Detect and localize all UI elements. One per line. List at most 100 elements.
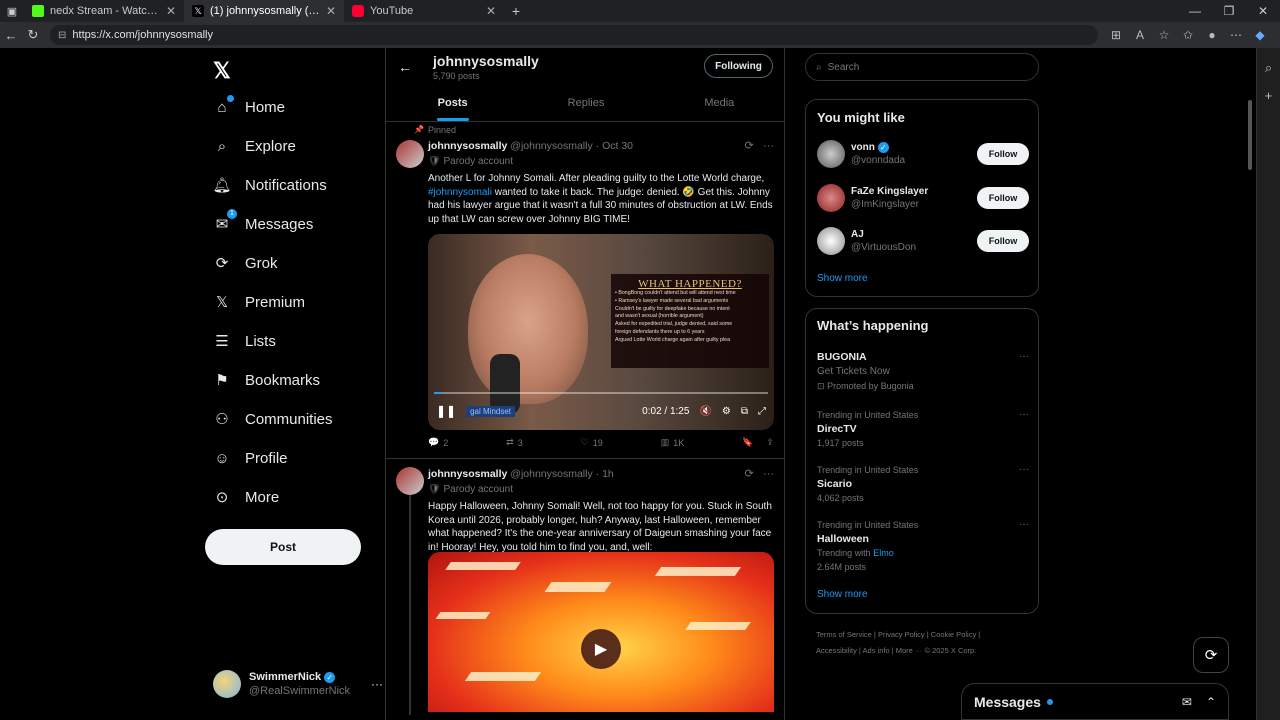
video-player[interactable]: WHAT HAPPENED? • BongBong couldn't atten…	[428, 234, 774, 430]
show-more-link[interactable]: Show more	[817, 589, 868, 600]
avatar[interactable]	[396, 467, 424, 495]
post-time[interactable]: · 1h	[596, 468, 614, 480]
nav-item-notifications[interactable]: 🔔︎ Notifications	[212, 176, 326, 195]
read-aloud-icon[interactable]: A	[1130, 28, 1150, 42]
show-more-link[interactable]: Show more	[817, 273, 868, 284]
tab-posts[interactable]: Posts	[386, 88, 519, 121]
post-time[interactable]: · Oct 30	[596, 140, 633, 152]
grok-icon[interactable]: ⟳	[745, 140, 754, 152]
following-button[interactable]: Following	[704, 54, 773, 78]
url-field[interactable]: ⊟ https://x.com/johnnysosmally	[50, 25, 1098, 45]
search-icon[interactable]: ⌕	[1257, 60, 1280, 76]
nav-item-messages[interactable]: ✉ 1 Messages	[213, 209, 313, 233]
nav-item-grok[interactable]: ⟳ Grok	[213, 254, 278, 273]
browser-tab-youtube[interactable]: YouTube ✕	[344, 0, 504, 22]
suggestion-row[interactable]: FaZe Kingslayer @ImKingslayer Follow	[817, 182, 1029, 214]
more-icon[interactable]: ···	[1019, 463, 1029, 477]
nav-item-lists[interactable]: ☰ Lists	[213, 332, 276, 351]
avatar[interactable]	[817, 227, 845, 255]
more-icon[interactable]: ···	[1019, 350, 1029, 364]
play-icon[interactable]: ▶	[581, 629, 621, 669]
tab-replies[interactable]: Replies	[519, 88, 652, 121]
close-icon[interactable]: ✕	[326, 4, 336, 18]
follow-button[interactable]: Follow	[977, 230, 1029, 252]
nav-item-bookmarks[interactable]: ⚑ Bookmarks	[213, 371, 320, 390]
avatar[interactable]	[396, 140, 424, 168]
browser-tab-kick[interactable]: nedx Stream - Watch Live on Kick ✕	[24, 0, 184, 22]
more-icon[interactable]: ···	[763, 140, 774, 152]
nav-item-more[interactable]: ⊙ More	[213, 488, 279, 507]
tab-actions-icon[interactable]: ▣	[0, 5, 24, 18]
more-icon[interactable]: ···	[1019, 518, 1029, 532]
reply-button[interactable]: 💬 2	[428, 437, 448, 448]
mute-icon[interactable]: 🔇	[699, 406, 711, 417]
x-logo-icon[interactable]: 𝕏	[213, 58, 231, 84]
footer-line[interactable]: Accessibility | Ads info | More ··· © 20…	[816, 643, 1036, 659]
account-switcher[interactable]: SwimmerNick ✓ @RealSwimmerNick ···	[213, 670, 383, 698]
app-icon[interactable]: ⊞	[1106, 28, 1126, 42]
more-icon[interactable]: ···	[763, 468, 774, 480]
grok-icon[interactable]: ⟳	[745, 468, 754, 480]
follow-button[interactable]: Follow	[977, 187, 1029, 209]
trend-promoted[interactable]: BUGONIA Get Tickets Now ⊡ Promoted by Bu…	[817, 350, 1029, 393]
search-input[interactable]: ⌕ Search	[805, 53, 1039, 81]
author-name[interactable]: johnnysosmally	[428, 140, 507, 152]
trend-item[interactable]: Trending in United States Sicario 4,062 …	[817, 463, 1029, 505]
suggestion-row[interactable]: AJ @VirtuousDon Follow	[817, 225, 1029, 257]
more-icon[interactable]: ···	[1019, 408, 1029, 422]
add-icon[interactable]: +	[1257, 88, 1280, 103]
hashtag-link[interactable]: #johnnysomali	[428, 187, 492, 198]
minimize-icon[interactable]: —	[1178, 0, 1212, 22]
post-pinned[interactable]: 📌 Pinned johnnysosmally @johnnysosmally …	[386, 125, 784, 453]
views-button[interactable]: ▥ 1K	[661, 437, 685, 448]
post-button[interactable]: Post	[205, 529, 361, 565]
nav-item-explore[interactable]: ⌕ Explore	[213, 137, 296, 155]
messages-dock[interactable]: Messages ✉ ⌃	[961, 683, 1229, 720]
favorite-star-icon[interactable]: ☆	[1154, 28, 1174, 42]
post[interactable]: johnnysosmally @johnnysosmally · 1h ⟳ ··…	[386, 459, 784, 720]
nav-item-home[interactable]: ⌂ Home	[213, 95, 285, 116]
site-info-icon[interactable]: ⊟	[58, 30, 66, 41]
video-thumbnail[interactable]: ▶	[428, 552, 774, 712]
video-progress-bar[interactable]	[434, 392, 768, 394]
nav-item-communities[interactable]: ⚇ Communities	[213, 410, 332, 429]
nav-item-profile[interactable]: ☺ Profile	[213, 449, 287, 467]
refresh-icon[interactable]: ↻	[22, 27, 44, 43]
trend-item[interactable]: Trending in United States Halloween Tren…	[817, 518, 1029, 574]
trend-with-link[interactable]: Elmo	[873, 548, 894, 558]
profile-icon[interactable]: ●	[1202, 28, 1222, 42]
suggestion-row[interactable]: vonn ✓ @vonndada Follow	[817, 138, 1029, 170]
new-message-icon[interactable]: ✉	[1182, 695, 1192, 709]
author-handle[interactable]: @johnnysosmally	[510, 140, 592, 152]
trend-item[interactable]: Trending in United States DirecTV 1,917 …	[817, 408, 1029, 450]
more-icon[interactable]: ···	[371, 677, 383, 691]
close-icon[interactable]: ✕	[166, 4, 176, 18]
repost-button[interactable]: ⇄ 3	[506, 437, 523, 448]
back-arrow-icon[interactable]: ←	[398, 59, 412, 75]
back-icon[interactable]: ←	[0, 28, 22, 43]
favorites-icon[interactable]: ✩	[1178, 28, 1198, 42]
footer-line[interactable]: Terms of Service | Privacy Policy | Cook…	[816, 627, 1036, 643]
bookmark-icon[interactable]: 🔖	[742, 437, 753, 448]
scrollbar[interactable]	[1248, 100, 1252, 170]
menu-icon[interactable]: ⋯	[1226, 28, 1246, 42]
like-button[interactable]: ♡ 19	[581, 437, 603, 448]
avatar[interactable]	[817, 184, 845, 212]
close-icon[interactable]: ✕	[486, 4, 496, 18]
pause-icon[interactable]: ❚❚	[436, 404, 456, 418]
grok-fab-button[interactable]: ⟳	[1193, 637, 1229, 673]
settings-gear-icon[interactable]: ⚙	[722, 406, 731, 417]
expand-icon[interactable]: ⌃	[1206, 695, 1216, 709]
maximize-icon[interactable]: ❐	[1212, 0, 1246, 22]
share-icon[interactable]: ⇪	[766, 437, 774, 448]
browser-tab-x[interactable]: 𝕏 (1) johnnysosmally (@johnnysosm ✕	[184, 0, 344, 22]
close-window-icon[interactable]: ✕	[1246, 0, 1280, 22]
avatar[interactable]	[817, 140, 845, 168]
author-name[interactable]: johnnysosmally	[428, 468, 507, 480]
pip-icon[interactable]: ⧉	[741, 406, 748, 417]
follow-button[interactable]: Follow	[977, 143, 1029, 165]
nav-item-premium[interactable]: 𝕏 Premium	[213, 293, 305, 312]
copilot-icon[interactable]: ◆	[1250, 28, 1270, 42]
fullscreen-icon[interactable]: ⤢	[758, 406, 766, 417]
author-handle[interactable]: @johnnysosmally	[510, 468, 592, 480]
